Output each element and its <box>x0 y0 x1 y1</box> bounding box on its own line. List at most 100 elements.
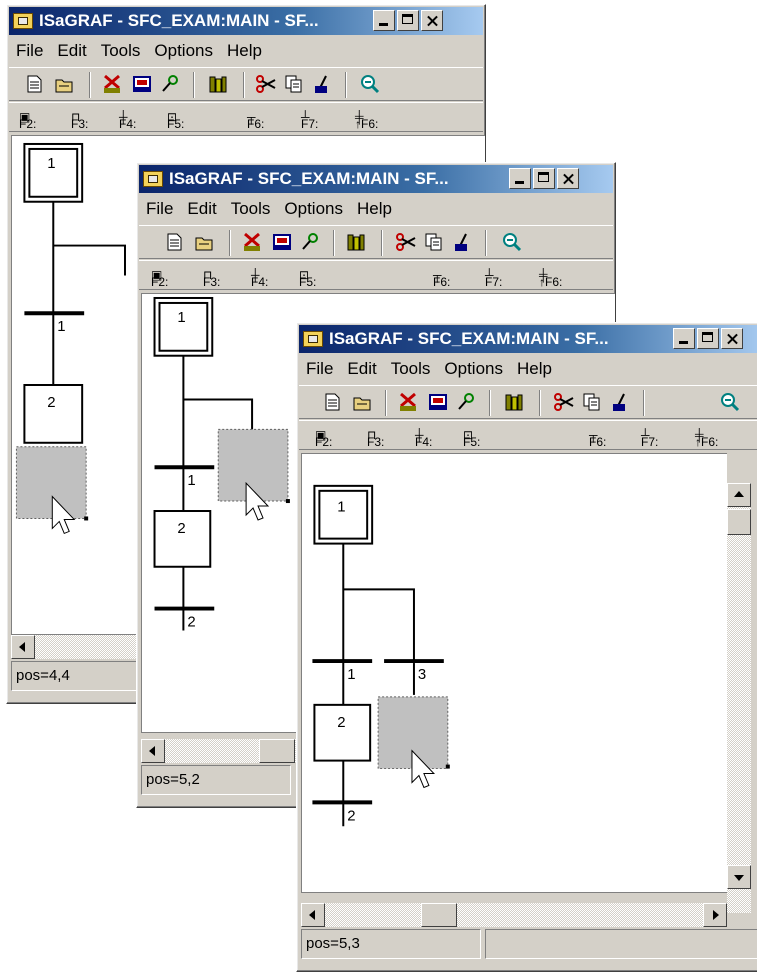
menu-file[interactable]: File <box>9 41 50 61</box>
cut-icon[interactable] <box>395 232 417 252</box>
f2-step-tool[interactable]: F2: ▣ <box>315 428 332 449</box>
menu-file[interactable]: File <box>299 359 340 379</box>
copy-icon[interactable] <box>423 232 445 252</box>
vertical-scrollbar[interactable] <box>727 483 751 913</box>
f4-link-tool[interactable]: F4: ┼ <box>415 428 432 449</box>
scroll-down-button[interactable] <box>727 865 751 889</box>
copy-icon[interactable] <box>581 392 603 412</box>
minimize-button[interactable] <box>373 10 395 31</box>
f2-step-tool[interactable]: F2: ▣ <box>151 268 168 289</box>
scroll-thumb[interactable] <box>727 509 751 535</box>
f3-transition-tool[interactable]: F3: ⊓ <box>203 268 220 289</box>
scroll-thumb[interactable] <box>259 739 295 763</box>
zoom-icon[interactable] <box>359 74 381 94</box>
scroll-left-button[interactable] <box>301 903 325 927</box>
menu-tools[interactable]: Tools <box>224 199 278 219</box>
zoom-icon[interactable] <box>719 392 741 412</box>
debug-icon[interactable] <box>299 232 321 252</box>
new-file-icon[interactable] <box>23 74 45 94</box>
zoom-icon[interactable] <box>501 232 523 252</box>
open-file-icon[interactable] <box>53 74 75 94</box>
f7-convergence-tool[interactable]: F7: ┴ <box>301 110 318 131</box>
cut-icon[interactable] <box>553 392 575 412</box>
menu-bar: File Edit Tools Options Help <box>9 37 269 65</box>
f6-divergence-tool[interactable]: F6: ┬ <box>589 428 606 449</box>
title-bar[interactable]: ISaGRAF - SFC_EXAM:MAIN - SF... <box>139 165 613 193</box>
debug-icon[interactable] <box>455 392 477 412</box>
paste-icon[interactable] <box>609 392 631 412</box>
new-file-icon[interactable] <box>163 232 185 252</box>
sfc-toolbar: F2: ▣ F3: ⊓ F4: ┼ F5: ⊡ F6: ┬ F7: ┴ ↑F6:… <box>139 260 613 290</box>
menu-help[interactable]: Help <box>510 359 559 379</box>
simulate-icon[interactable] <box>427 392 449 412</box>
f7-convergence-tool[interactable]: F7: ┴ <box>485 268 502 289</box>
title-bar[interactable]: ISaGRAF - SFC_EXAM:MAIN - SF... <box>299 325 757 353</box>
new-file-icon[interactable] <box>321 392 343 412</box>
dictionary-icon[interactable] <box>345 232 367 252</box>
f2-step-tool[interactable]: F2: ▣ <box>19 110 36 131</box>
sfc-canvas[interactable]: 1 1 3 2 2 <box>301 453 727 893</box>
f3-transition-tool[interactable]: F3: ⊓ <box>367 428 384 449</box>
open-file-icon[interactable] <box>193 232 215 252</box>
copy-icon[interactable] <box>283 74 305 94</box>
menu-tools[interactable]: Tools <box>384 359 438 379</box>
compile-icon[interactable] <box>241 232 263 252</box>
paste-icon[interactable] <box>311 74 333 94</box>
f3-transition-tool[interactable]: F3: ⊓ <box>71 110 88 131</box>
title-bar[interactable]: ISaGRAF - SFC_EXAM:MAIN - SF... <box>9 7 483 35</box>
menu-file[interactable]: File <box>139 199 180 219</box>
scroll-right-button[interactable] <box>703 903 727 927</box>
minimize-button[interactable] <box>509 168 531 189</box>
transition-label: 1 <box>57 318 65 335</box>
menu-options[interactable]: Options <box>277 199 350 219</box>
paste-icon[interactable] <box>451 232 473 252</box>
dictionary-icon[interactable] <box>207 74 229 94</box>
close-button[interactable] <box>721 328 743 349</box>
shift-f6-tool[interactable]: ↑F6: ╪ <box>695 428 718 449</box>
close-button[interactable] <box>421 10 443 31</box>
maximize-button[interactable] <box>697 328 719 349</box>
f6-divergence-tool[interactable]: F6: ┬ <box>433 268 450 289</box>
debug-icon[interactable] <box>159 74 181 94</box>
open-file-icon[interactable] <box>351 392 373 412</box>
menu-options[interactable]: Options <box>437 359 510 379</box>
compile-icon[interactable] <box>101 74 123 94</box>
shift-f6-tool[interactable]: ↑F6: ╪ <box>539 268 562 289</box>
close-button[interactable] <box>557 168 579 189</box>
f5-jump-tool[interactable]: F5: ⊡ <box>299 268 316 289</box>
scroll-thumb[interactable] <box>421 903 457 927</box>
menu-edit[interactable]: Edit <box>340 359 383 379</box>
step-label: 2 <box>177 520 185 537</box>
simulate-icon[interactable] <box>271 232 293 252</box>
maximize-button[interactable] <box>397 10 419 31</box>
menu-edit[interactable]: Edit <box>50 41 93 61</box>
initial-step-1[interactable] <box>23 142 84 203</box>
compile-icon[interactable] <box>397 392 419 412</box>
menu-tools[interactable]: Tools <box>94 41 148 61</box>
f4-link-tool[interactable]: F4: ┼ <box>119 110 136 131</box>
menu-edit[interactable]: Edit <box>180 199 223 219</box>
menu-help[interactable]: Help <box>220 41 269 61</box>
f7-convergence-tool[interactable]: F7: ┴ <box>641 428 658 449</box>
sfc-toolbar: F2: ▣ F3: ⊓ F4: ┼ F5: ⊡ F6: ┬ F7: ┴ ↑F6:… <box>9 102 483 132</box>
scroll-up-button[interactable] <box>727 483 751 507</box>
dictionary-icon[interactable] <box>503 392 525 412</box>
f4-link-tool[interactable]: F4: ┼ <box>251 268 268 289</box>
cut-icon[interactable] <box>255 74 277 94</box>
horizontal-scrollbar[interactable] <box>301 903 727 927</box>
f5-jump-tool[interactable]: F5: ⊡ <box>463 428 480 449</box>
menu-help[interactable]: Help <box>350 199 399 219</box>
scroll-left-button[interactable] <box>141 739 165 763</box>
menu-options[interactable]: Options <box>147 41 220 61</box>
shift-f6-tool[interactable]: ↑F6: ╪ <box>355 110 378 131</box>
scroll-left-button[interactable] <box>11 635 35 659</box>
simulate-icon[interactable] <box>131 74 153 94</box>
initial-step-1[interactable] <box>153 296 214 357</box>
window-title: ISaGRAF - SFC_EXAM:MAIN - SF... <box>39 11 319 30</box>
selection-placeholder[interactable] <box>15 446 87 519</box>
step-label: 2 <box>337 714 345 731</box>
minimize-button[interactable] <box>673 328 695 349</box>
f5-jump-tool[interactable]: F5: ⊡ <box>167 110 184 131</box>
maximize-button[interactable] <box>533 168 555 189</box>
f6-divergence-tool[interactable]: F6: ┬ <box>247 110 264 131</box>
